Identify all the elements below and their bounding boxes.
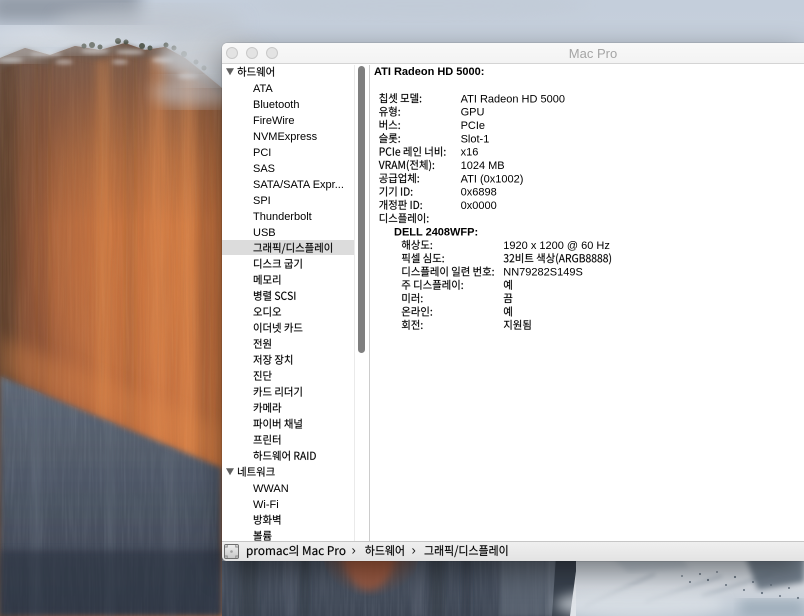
svg-text:SPI: SPI: [253, 195, 271, 207]
svg-text:DELL 2408WFP:: DELL 2408WFP:: [394, 227, 478, 239]
svg-text:ATA: ATA: [253, 83, 273, 95]
svg-text:Slot-1: Slot-1: [461, 133, 490, 145]
svg-text:1024 MB: 1024 MB: [461, 160, 505, 172]
svg-text:FireWire: FireWire: [253, 115, 295, 127]
svg-text:x16: x16: [461, 147, 479, 159]
svg-text:NVMExpress: NVMExpress: [253, 131, 318, 143]
svg-text:›: ›: [412, 543, 416, 558]
svg-text:SAS: SAS: [253, 163, 275, 175]
svg-text:›: ›: [352, 543, 356, 558]
svg-text:Thunderbolt: Thunderbolt: [253, 211, 312, 223]
svg-text:PCI: PCI: [253, 147, 271, 159]
svg-text:Bluetooth: Bluetooth: [253, 99, 299, 111]
svg-text:NN79282S149S: NN79282S149S: [503, 267, 583, 279]
svg-text:SATA/SATA Expr...: SATA/SATA Expr...: [253, 179, 344, 191]
svg-text:0x6898: 0x6898: [461, 187, 497, 199]
svg-text:ATI (0x1002): ATI (0x1002): [461, 173, 524, 185]
svg-text:PCIe: PCIe: [461, 120, 485, 132]
svg-text:0x0000: 0x0000: [461, 200, 497, 212]
svg-text:ATI Radeon HD 5000: ATI Radeon HD 5000: [461, 93, 565, 105]
svg-text:GPU: GPU: [461, 107, 485, 119]
svg-text:1920 x 1200 @ 60 Hz: 1920 x 1200 @ 60 Hz: [503, 240, 610, 252]
svg-text:Wi-Fi: Wi-Fi: [253, 499, 279, 511]
svg-text:USB: USB: [253, 227, 276, 239]
svg-text:WWAN: WWAN: [253, 483, 289, 495]
svg-text:ATI Radeon HD 5000:: ATI Radeon HD 5000:: [374, 66, 484, 78]
